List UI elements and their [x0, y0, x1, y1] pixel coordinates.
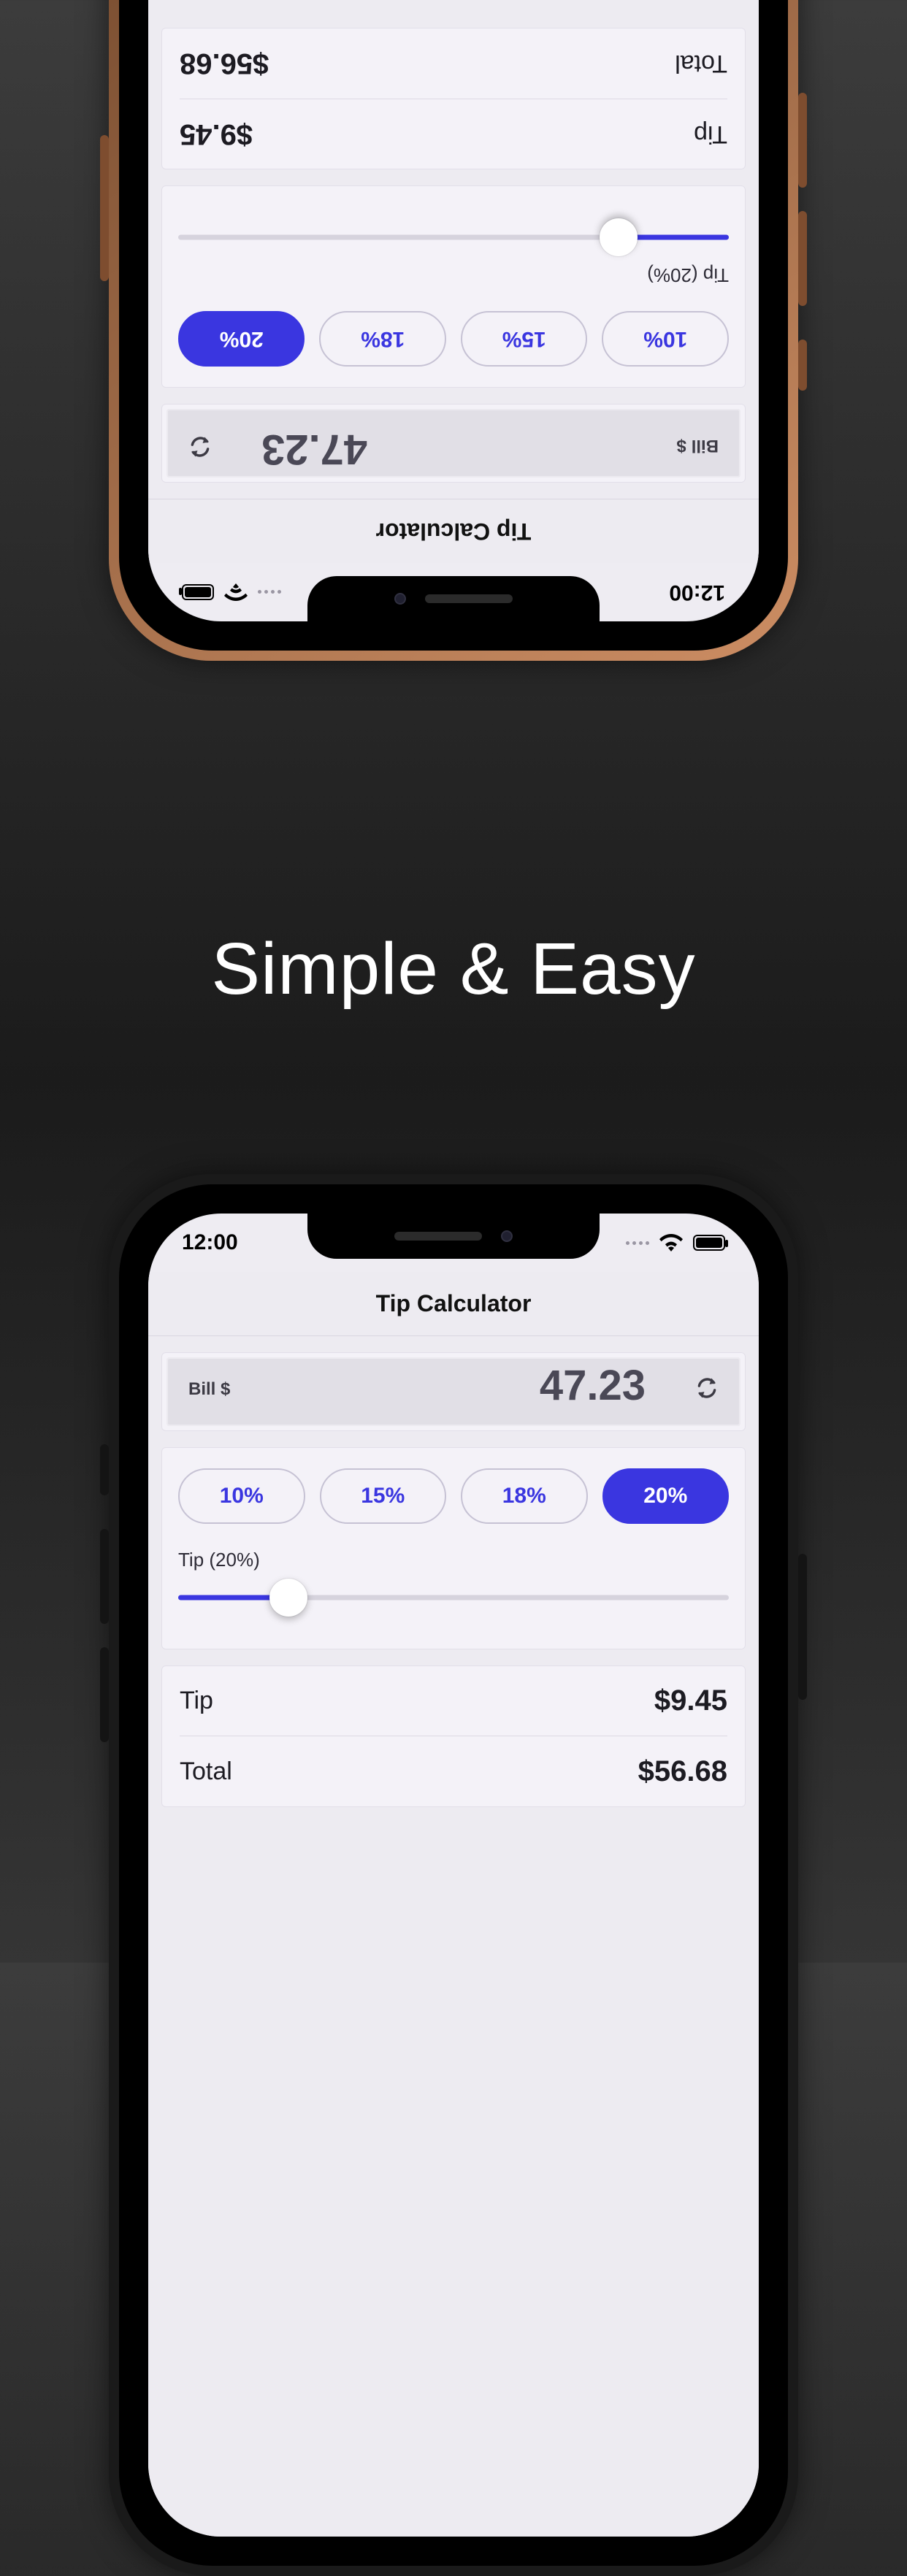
- device-frame-inner: 12:00 Tip Calculator Bill $ 47.23: [119, 0, 788, 651]
- status-time: 12:00: [669, 580, 725, 605]
- tip-selector-card: 10% 15% 18% 20% Tip (20%): [161, 1447, 746, 1649]
- bill-label: Bill $: [188, 1379, 230, 1399]
- tip-pill-row: 10% 15% 18% 20%: [178, 1468, 729, 1524]
- volume-down-button: [100, 1647, 109, 1742]
- result-row-total: Total $56.68: [180, 28, 727, 99]
- bill-input-container: Bill $ 47.23: [167, 409, 740, 478]
- nav-title-bar: Tip Calculator: [148, 1272, 759, 1336]
- volume-up-button: [100, 1529, 109, 1624]
- side-button: [100, 1444, 109, 1495]
- loop-arrows-icon: [694, 1376, 719, 1400]
- wifi-icon: [224, 583, 248, 601]
- bill-amount-field[interactable]: 47.23: [261, 425, 367, 474]
- device-mockup-top: 12:00 Tip Calculator Bill $ 47.23: [109, 0, 798, 661]
- device-screen: 12:00 Tip Calculator Bill $ 47.23: [148, 0, 759, 621]
- volume-down-button: [798, 93, 807, 188]
- tip-option-20[interactable]: 20%: [602, 1468, 730, 1524]
- power-button: [798, 1554, 807, 1700]
- side-button: [798, 340, 807, 391]
- tip-slider-label: Tip (20%): [178, 264, 729, 286]
- total-result-label: Total: [180, 1757, 232, 1786]
- bill-card: Bill $ 47.23: [161, 404, 746, 483]
- results-card: Tip $9.45 Total $56.68: [161, 28, 746, 169]
- result-row-total: Total $56.68: [180, 1736, 727, 1806]
- promo-headline: Simple & Easy: [0, 927, 907, 1011]
- nav-title-bar: Tip Calculator: [148, 499, 759, 563]
- tip-pill-row: 10% 15% 18% 20%: [178, 311, 729, 367]
- signal-dots-icon: [258, 591, 281, 594]
- bill-card: Bill $ 47.23: [161, 1352, 746, 1431]
- bill-input-container: Bill $ 47.23: [167, 1357, 740, 1426]
- tip-option-18[interactable]: 18%: [320, 311, 447, 367]
- tip-result-label: Tip: [180, 1687, 213, 1715]
- reset-button[interactable]: [185, 432, 215, 461]
- total-result-value: $56.68: [180, 47, 269, 80]
- tip-slider-label: Tip (20%): [178, 1549, 729, 1571]
- bill-label: Bill $: [677, 436, 719, 456]
- camera-icon: [501, 1230, 513, 1242]
- battery-icon: [693, 1235, 725, 1251]
- device-frame-inner: 12:00 Tip Calculator Bill $ 47.23: [119, 1184, 788, 2566]
- total-result-value: $56.68: [638, 1755, 727, 1788]
- tip-option-15[interactable]: 15%: [461, 311, 588, 367]
- tip-option-10[interactable]: 10%: [178, 1468, 305, 1524]
- wifi-icon: [659, 1234, 683, 1251]
- total-result-label: Total: [675, 50, 727, 78]
- volume-up-button: [798, 211, 807, 306]
- status-time: 12:00: [182, 1230, 238, 1255]
- tip-selector-card: 10% 15% 18% 20% Tip (20%): [161, 185, 746, 388]
- tip-option-10[interactable]: 10%: [602, 311, 730, 367]
- signal-dots-icon: [626, 1241, 649, 1245]
- results-card: Tip $9.45 Total $56.68: [161, 1665, 746, 1807]
- result-row-tip: Tip $9.45: [180, 1666, 727, 1736]
- tip-result-value: $9.45: [654, 1684, 727, 1717]
- device-screen: 12:00 Tip Calculator Bill $ 47.23: [148, 1214, 759, 2537]
- result-row-tip: Tip $9.45: [180, 99, 727, 169]
- content-area: Bill $ 47.23 10% 15% 18% 20% Tip (20%: [148, 1336, 759, 2537]
- tip-option-20[interactable]: 20%: [178, 311, 305, 367]
- tip-result-value: $9.45: [180, 118, 253, 150]
- speaker-icon: [425, 594, 513, 603]
- content-area: Bill $ 47.23 10% 15% 18% 20% Tip (20%: [148, 0, 759, 499]
- tip-option-18[interactable]: 18%: [461, 1468, 588, 1524]
- camera-icon: [394, 593, 406, 605]
- loop-arrows-icon: [188, 434, 213, 459]
- tip-option-15[interactable]: 15%: [320, 1468, 447, 1524]
- page-title: Tip Calculator: [376, 518, 532, 545]
- bill-amount-field[interactable]: 47.23: [540, 1361, 646, 1410]
- slider-thumb[interactable]: [600, 218, 638, 256]
- slider-thumb[interactable]: [269, 1579, 307, 1617]
- status-right: [182, 583, 281, 601]
- device-mockup-bottom: 12:00 Tip Calculator Bill $ 47.23: [109, 1174, 798, 2576]
- status-right: [626, 1234, 725, 1251]
- tip-result-label: Tip: [694, 120, 727, 148]
- tip-slider[interactable]: [178, 1583, 729, 1612]
- speaker-icon: [394, 1232, 482, 1241]
- battery-icon: [182, 584, 214, 600]
- power-button: [100, 135, 109, 281]
- reset-button[interactable]: [692, 1373, 722, 1403]
- device-notch: [307, 576, 600, 621]
- device-notch: [307, 1214, 600, 1259]
- page-title: Tip Calculator: [376, 1290, 532, 1317]
- tip-slider[interactable]: [178, 223, 729, 252]
